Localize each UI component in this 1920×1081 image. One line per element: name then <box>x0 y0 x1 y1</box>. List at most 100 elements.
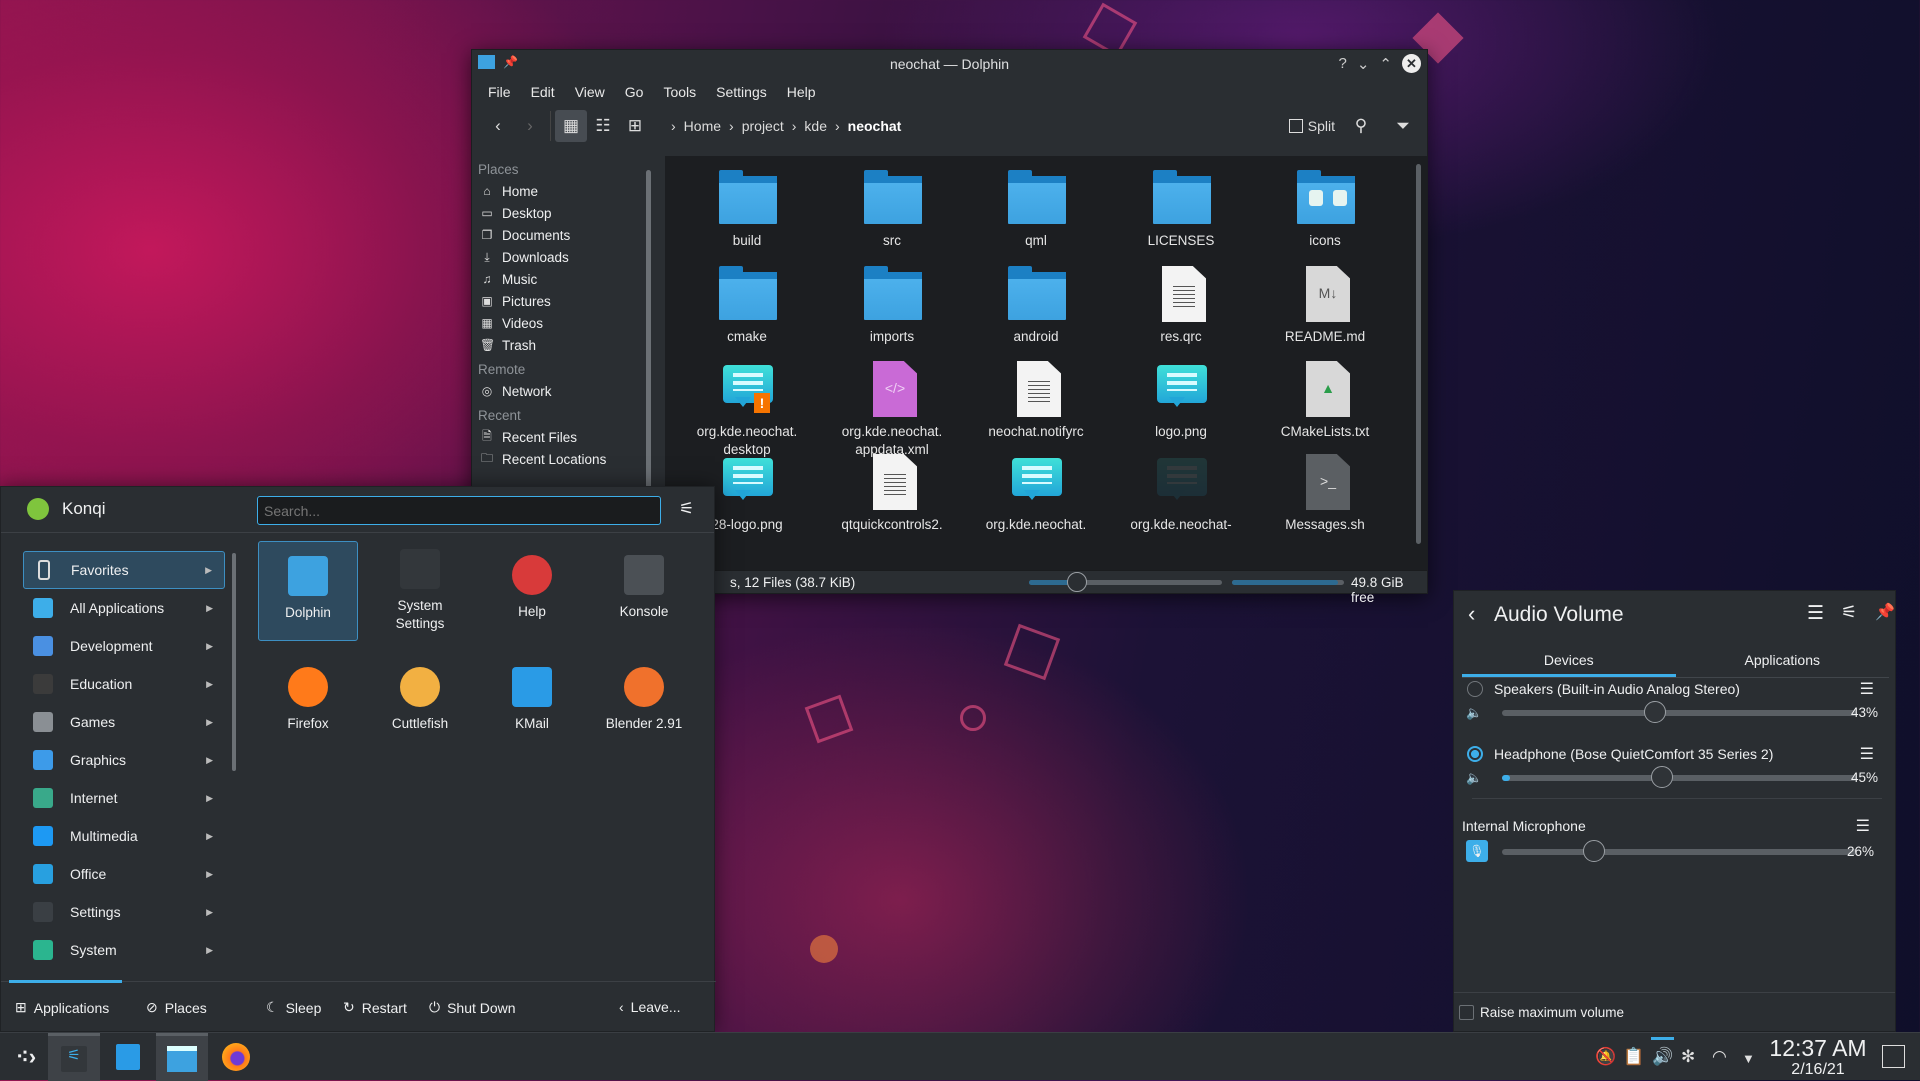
file-item[interactable]: src <box>822 170 962 250</box>
crumb-project[interactable]: project <box>742 118 784 134</box>
sleep-button[interactable]: ☾ Sleep <box>266 999 321 1016</box>
places-item-pictures[interactable]: ▣ Pictures <box>472 290 656 312</box>
default-device-radio[interactable] <box>1467 681 1483 697</box>
volume-slider[interactable] <box>1502 840 1857 862</box>
slider-handle[interactable] <box>1650 766 1673 788</box>
file-item[interactable]: </> org.kde.neochat. appdata.xml <box>822 361 962 459</box>
file-item[interactable]: cmake <box>677 266 817 346</box>
default-device-radio[interactable] <box>1467 746 1483 762</box>
file-item[interactable]: >_ Messages.sh <box>1255 454 1395 534</box>
crumb-neochat[interactable]: neochat <box>848 118 902 134</box>
configure-icon[interactable]: ⚟ <box>679 499 694 519</box>
leave-button[interactable]: ‹ Leave... <box>619 999 681 1015</box>
back-icon[interactable]: ‹ <box>1468 601 1475 627</box>
category-multimedia[interactable]: Multimedia ▶ <box>23 817 225 855</box>
expand-tray-icon[interactable]: ▼ <box>1742 1051 1755 1066</box>
tab-places[interactable]: ⊘ Places <box>146 999 207 1016</box>
places-item-trash[interactable]: 🗑 Trash <box>472 334 656 356</box>
pin-icon[interactable]: 📌 <box>503 55 518 69</box>
file-item[interactable]: ▲ CMakeLists.txt <box>1255 361 1395 441</box>
category-games[interactable]: Games ▶ <box>23 703 225 741</box>
microphone-muted-icon[interactable]: 🎙 <box>1466 840 1488 862</box>
volume-icon[interactable]: 🔊 <box>1652 1047 1673 1067</box>
file-item[interactable]: android <box>966 266 1106 346</box>
zoom-slider-handle[interactable] <box>1067 572 1088 592</box>
pin-icon[interactable]: 📌 <box>1875 602 1895 622</box>
user-avatar[interactable] <box>27 498 49 520</box>
category-scrollbar[interactable] <box>232 553 236 771</box>
notifications-disabled-icon[interactable]: 🔕 <box>1595 1047 1616 1067</box>
digital-clock[interactable]: 12:37 AM 2/16/21 <box>1768 1035 1868 1079</box>
device-menu-icon[interactable]: ☰ <box>1860 679 1874 699</box>
places-item-downloads[interactable]: ⤓ Downloads <box>472 246 656 268</box>
category-favorites[interactable]: Favorites ▶ <box>23 551 225 589</box>
compact-view-button[interactable]: ☷ <box>587 110 619 142</box>
category-system[interactable]: System ▶ <box>23 931 225 969</box>
places-item-home[interactable]: ⌂ Home <box>472 180 656 202</box>
details-view-button[interactable]: ⊞ <box>619 110 651 142</box>
file-item[interactable]: build <box>677 170 817 250</box>
file-item[interactable]: ! org.kde.neochat. desktop <box>677 361 817 459</box>
help-button[interactable]: ? <box>1339 55 1347 72</box>
speaker-icon[interactable]: 🔈 <box>1466 705 1482 721</box>
menu-edit[interactable]: Edit <box>521 84 565 100</box>
file-item[interactable]: qml <box>966 170 1106 250</box>
crumb-home[interactable]: Home <box>684 118 721 134</box>
slider-handle[interactable] <box>1643 701 1666 723</box>
app-blender-2.91[interactable]: Blender 2.91 <box>594 653 694 753</box>
places-item-network[interactable]: ◎ Network <box>472 380 656 402</box>
app-kmail[interactable]: KMail <box>482 653 582 753</box>
task-dolphin[interactable] <box>156 1033 208 1081</box>
file-item[interactable]: M↓ README.md <box>1255 266 1395 346</box>
menu-settings[interactable]: Settings <box>706 84 777 100</box>
icons-view-button[interactable]: ▦ <box>555 110 587 142</box>
volume-slider[interactable] <box>1502 766 1857 788</box>
app-konsole[interactable]: Konsole <box>594 541 694 641</box>
file-item[interactable]: imports <box>822 266 962 346</box>
file-item[interactable]: icons <box>1255 170 1395 250</box>
clipboard-icon[interactable]: 📋 <box>1623 1047 1644 1067</box>
maximize-button[interactable]: ⌃ <box>1379 55 1392 73</box>
tab-applications[interactable]: ⊞ Applications <box>15 999 109 1016</box>
device-menu-icon[interactable]: ☰ <box>1856 816 1870 836</box>
configure-icon[interactable]: ⚟ <box>1841 602 1857 623</box>
menu-file[interactable]: File <box>478 84 521 100</box>
category-all-applications[interactable]: All Applications ▶ <box>23 589 225 627</box>
app-cuttlefish[interactable]: Cuttlefish <box>370 653 470 753</box>
tab-applications[interactable]: Applications <box>1676 641 1890 677</box>
file-item[interactable]: res.qrc <box>1111 266 1251 346</box>
app-help[interactable]: Help <box>482 541 582 641</box>
places-item-recent-locations[interactable]: 🗀 Recent Locations <box>472 448 656 470</box>
menu-help[interactable]: Help <box>777 84 826 100</box>
menu-go[interactable]: Go <box>615 84 654 100</box>
show-desktop-button[interactable] <box>1882 1045 1905 1068</box>
task-system-settings[interactable]: ⚟ <box>48 1033 100 1081</box>
zoom-slider[interactable] <box>1029 572 1222 592</box>
file-item[interactable]: LICENSES <box>1111 170 1251 250</box>
filter-icon[interactable]: ⏷ <box>1387 110 1419 142</box>
back-button[interactable]: ‹ <box>482 110 514 142</box>
menu-tools[interactable]: Tools <box>653 84 706 100</box>
file-item[interactable]: neochat.notifyrc <box>966 361 1106 441</box>
task-firefox[interactable] <box>210 1033 262 1081</box>
minimize-button[interactable]: ⌄ <box>1357 55 1370 73</box>
places-item-videos[interactable]: ▦ Videos <box>472 312 656 334</box>
file-item[interactable]: logo.png <box>1111 361 1251 441</box>
crumb-kde[interactable]: kde <box>804 118 827 134</box>
file-item[interactable]: qtquickcontrols2. <box>822 454 962 534</box>
category-settings[interactable]: Settings ▶ <box>23 893 225 931</box>
bluetooth-icon[interactable]: ✻ <box>1681 1047 1695 1067</box>
menu-view[interactable]: View <box>565 84 615 100</box>
places-item-music[interactable]: ♫ Music <box>472 268 656 290</box>
app-firefox[interactable]: Firefox <box>258 653 358 753</box>
launcher-button[interactable]: ⁖› <box>0 1033 52 1081</box>
speaker-icon[interactable]: 🔈 <box>1466 770 1482 786</box>
restart-button[interactable]: ↻ Restart <box>343 999 407 1016</box>
category-internet[interactable]: Internet ▶ <box>23 779 225 817</box>
category-education[interactable]: Education ▶ <box>23 665 225 703</box>
file-view-scrollbar[interactable] <box>1416 164 1421 544</box>
places-item-recent-files[interactable]: 🗎 Recent Files <box>472 426 656 448</box>
file-item[interactable]: org.kde.neochat- <box>1111 454 1251 534</box>
task-discover[interactable] <box>102 1033 154 1081</box>
places-item-desktop[interactable]: ▭ Desktop <box>472 202 656 224</box>
